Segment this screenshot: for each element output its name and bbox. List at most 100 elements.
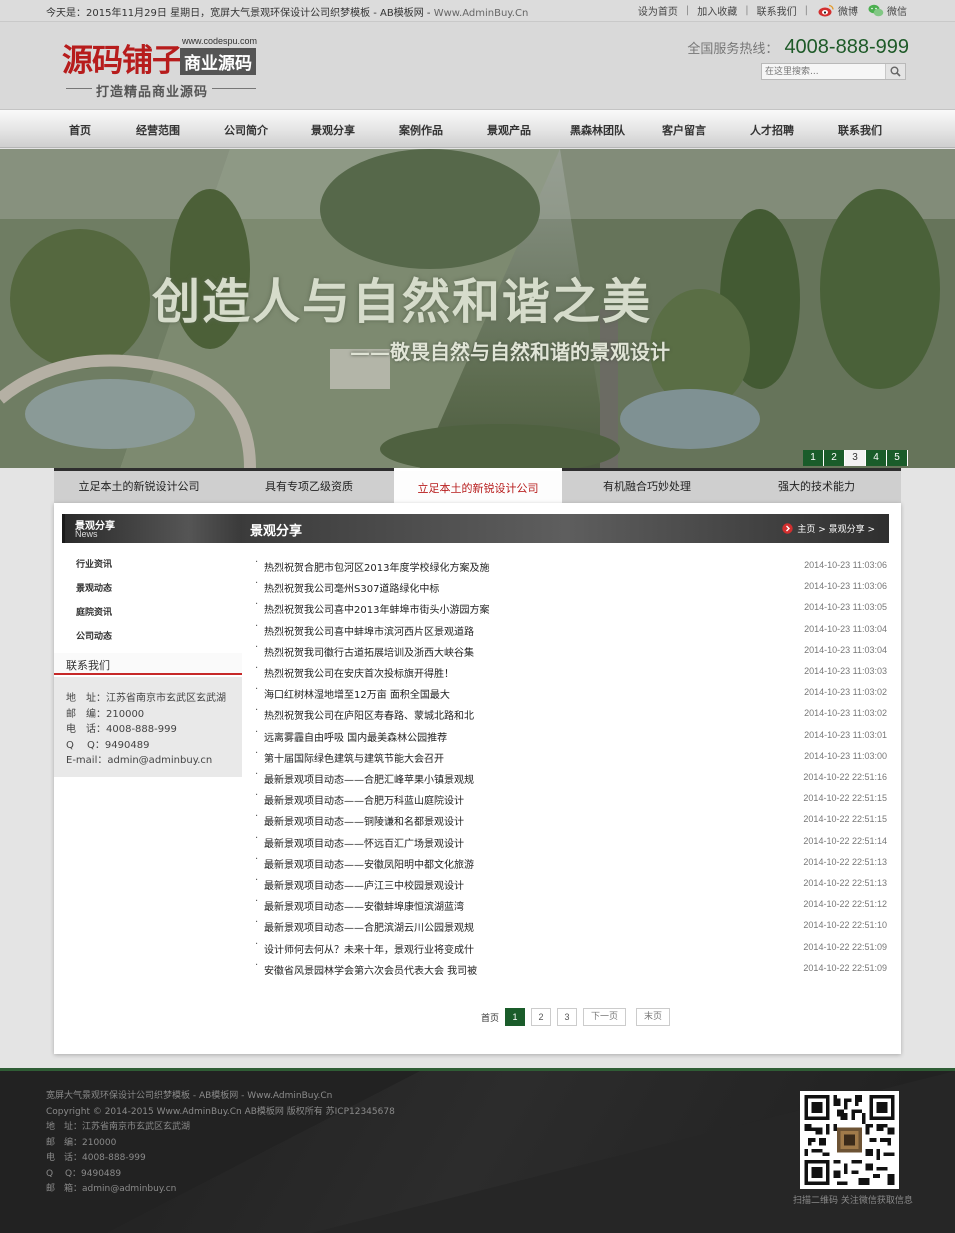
add-favorite-link[interactable]: 加入收藏 [697, 3, 737, 18]
feature-tab-2[interactable]: 具有专项乙级资质 [224, 471, 394, 503]
news-date: 2014-10-23 11:03:04 [804, 644, 887, 655]
bullet-icon: · [255, 917, 259, 929]
bullet-icon: · [255, 938, 259, 950]
wechat-icon[interactable] [868, 4, 884, 17]
news-title-link[interactable]: 第十届国际绿色建筑与建筑节能大会召开 [264, 750, 444, 765]
news-title-link[interactable]: 热烈祝贺我公司在庐阳区寿春路、蒙城北路和北 [264, 707, 474, 722]
news-date: 2014-10-22 22:51:15 [803, 793, 887, 804]
contact-email[interactable]: E-mail：admin@adminbuy.cn [66, 751, 212, 766]
nav-item-cases[interactable]: 案例作品 [399, 122, 443, 138]
pagination-page-2[interactable]: 2 [531, 1008, 552, 1026]
hotline-number: 4008-888-999 [784, 36, 909, 58]
news-title-link[interactable]: 最新景观项目动态——合肥万科蓝山庭院设计 [264, 792, 464, 807]
weibo-icon[interactable] [818, 4, 834, 17]
pagination-page-3[interactable]: 3 [557, 1008, 578, 1026]
news-row: · 远离雾霾自由呼吸 国内最美森林公园推荐 2014-10-23 11:03:01 [253, 727, 889, 748]
search-input[interactable] [762, 64, 887, 79]
divider: | [804, 5, 808, 16]
feature-tab-3[interactable]: 立足本土的新锐设计公司 [394, 468, 562, 503]
search-button[interactable] [885, 64, 905, 79]
site-link[interactable]: Www.AdminBuy.Cn [434, 8, 529, 19]
news-title-link[interactable]: 最新景观项目动态——合肥汇峰苹果小镇景观规 [264, 771, 474, 786]
pagination-last[interactable]: 末页 [636, 1008, 671, 1026]
news-title-link[interactable]: 热烈祝贺合肥市包河区2013年度学校绿化方案及施 [264, 559, 489, 574]
news-date: 2014-10-23 11:03:04 [804, 623, 887, 634]
banner-page-1[interactable]: 1 [803, 450, 824, 466]
bullet-icon: · [255, 684, 259, 696]
sidebar-item-industry-news[interactable]: 行业资讯 [76, 557, 112, 570]
nav-item-messages[interactable]: 客户留言 [662, 122, 706, 138]
divider: | [745, 5, 749, 16]
news-date: 2014-10-23 11:03:00 [804, 750, 887, 761]
feature-tab-1[interactable]: 立足本土的新锐设计公司 [54, 471, 224, 503]
news-title-link[interactable]: 最新景观项目动态——怀远百汇广场景观设计 [264, 835, 464, 850]
nav-item-company-profile[interactable]: 公司简介 [224, 122, 268, 138]
news-title-link[interactable]: 热烈祝贺我司徽行古道拓展培训及浙西大峡谷集 [264, 644, 474, 659]
header: 源码铺子 www.codespu.com 商业源码 打造精品商业源码 全国服务热… [0, 22, 955, 109]
main-panel: 景观分享 News 行业资讯 景观动态 庭院资讯 公司动态 联系我们 地 址：江… [54, 503, 901, 1054]
pagination-page-1[interactable]: 1 [505, 1008, 526, 1026]
logo[interactable]: 源码铺子 www.codespu.com 商业源码 打造精品商业源码 [62, 35, 262, 105]
weibo-link[interactable]: 微博 [838, 3, 858, 18]
banner-page-3[interactable]: 3 [845, 450, 866, 466]
sidebar-item-landscape-news[interactable]: 景观动态 [76, 581, 112, 594]
feature-tab-4[interactable]: 有机融合巧妙处理 [562, 471, 732, 503]
breadcrumb-text[interactable]: 主页 > 景观分享 > [797, 522, 875, 535]
news-title-link[interactable]: 最新景观项目动态——安徽蚌埠康恒滨湖蓝湾 [264, 898, 464, 913]
set-homepage-link[interactable]: 设为首页 [638, 3, 678, 18]
news-title-link[interactable]: 安徽省风景园林学会第六次会员代表大会 我司被 [264, 962, 477, 977]
news-date: 2014-10-22 22:51:09 [803, 962, 887, 973]
footer-phone: 电 话：4008-888-999 [46, 1153, 146, 1163]
nav-item-products[interactable]: 景观产品 [487, 122, 531, 138]
search-box [761, 63, 906, 80]
sidebar-item-company-news[interactable]: 公司动态 [76, 629, 112, 642]
banner-page-4[interactable]: 4 [866, 450, 887, 466]
news-date: 2014-10-22 22:51:13 [803, 878, 887, 888]
sidebar-item-garden-news[interactable]: 庭院资讯 [76, 605, 112, 618]
news-date: 2014-10-22 22:51:10 [803, 920, 887, 931]
nav-item-jobs[interactable]: 人才招聘 [750, 122, 794, 138]
banner-page-5[interactable]: 5 [887, 450, 908, 466]
nav-item-team[interactable]: 黑森林团队 [570, 122, 625, 138]
feature-tab-5[interactable]: 强大的技术能力 [732, 471, 901, 503]
news-date: 2014-10-22 22:51:15 [803, 814, 887, 825]
contact-address: 地 址：江苏省南京市玄武区玄武湖 [66, 693, 226, 704]
nav-item-contact[interactable]: 联系我们 [838, 122, 882, 138]
news-row: · 第十届国际绿色建筑与建筑节能大会召开 2014-10-23 11:03:00 [253, 748, 889, 769]
contact-phone: 电 话：4008-888-999 [66, 724, 177, 735]
news-title-link[interactable]: 热烈祝贺我公司喜中蚌埠市滨河西片区景观道路 [264, 623, 474, 638]
news-title-link[interactable]: 热烈祝贺我公司毫州S307道路绿化中标 [264, 580, 439, 595]
bullet-icon: · [255, 641, 259, 653]
news-title-link[interactable]: 设计师何去何从？未来十年，景观行业将变成什 [264, 941, 474, 956]
nav-item-home[interactable]: 首页 [69, 122, 91, 138]
news-title-link[interactable]: 最新景观项目动态——铜陵谦和名都景观设计 [264, 813, 464, 828]
news-date: 2014-10-22 22:51:09 [803, 941, 887, 952]
news-row: · 海口红树林湿地增至12万亩 面积全国最大 2014-10-23 11:03:02 [253, 684, 889, 705]
contact-postcode: 邮 编：210000 [66, 709, 145, 720]
footer-postcode: 邮 编：210000 [46, 1138, 117, 1148]
contact-title: 联系我们 [66, 659, 110, 672]
pagination-next[interactable]: 下一页 [583, 1008, 627, 1026]
bullet-icon: · [255, 726, 259, 738]
news-row: · 最新景观项目动态——合肥万科蓝山庭院设计 2014-10-22 22:51:15 [253, 790, 889, 811]
news-title-link[interactable]: 热烈祝贺我公司喜中2013年蚌埠市街头小游园方案 [264, 601, 489, 616]
news-date: 2014-10-22 22:51:13 [803, 856, 887, 867]
nav-item-landscape-share[interactable]: 景观分享 [311, 122, 355, 138]
news-row: · 设计师何去何从？未来十年，景观行业将变成什 2014-10-22 22:51:0… [253, 939, 889, 960]
news-title-link[interactable]: 远离雾霾自由呼吸 国内最美森林公园推荐 [264, 729, 447, 744]
news-title-link[interactable]: 最新景观项目动态——庐江三中校园景观设计 [264, 877, 464, 892]
news-title-link[interactable]: 最新景观项目动态——合肥滨湖云川公园景观规 [264, 919, 474, 934]
nav-item-business-scope[interactable]: 经营范围 [136, 122, 180, 138]
news-title-link[interactable]: 海口红树林湿地增至12万亩 面积全国最大 [264, 686, 450, 701]
news-row: · 最新景观项目动态——安徽蚌埠康恒滨湖蓝湾 2014-10-22 22:51:12 [253, 896, 889, 917]
news-title-link[interactable]: 热烈祝贺我公司在安庆首次投标旗开得胜！ [264, 665, 454, 680]
pagination-first[interactable]: 首页 [481, 1011, 499, 1024]
logo-badge: 商业源码 [180, 48, 256, 75]
news-row: · 安徽省风景园林学会第六次会员代表大会 我司被 2014-10-22 22:51:… [253, 960, 889, 981]
bullet-icon: · [255, 620, 259, 632]
banner-page-2[interactable]: 2 [824, 450, 845, 466]
wechat-link[interactable]: 微信 [887, 3, 907, 18]
contact-header: 联系我们 [54, 653, 242, 675]
contact-us-link[interactable]: 联系我们 [757, 3, 797, 18]
news-title-link[interactable]: 最新景观项目动态——安徽凤阳明中都文化旅游 [264, 856, 474, 871]
